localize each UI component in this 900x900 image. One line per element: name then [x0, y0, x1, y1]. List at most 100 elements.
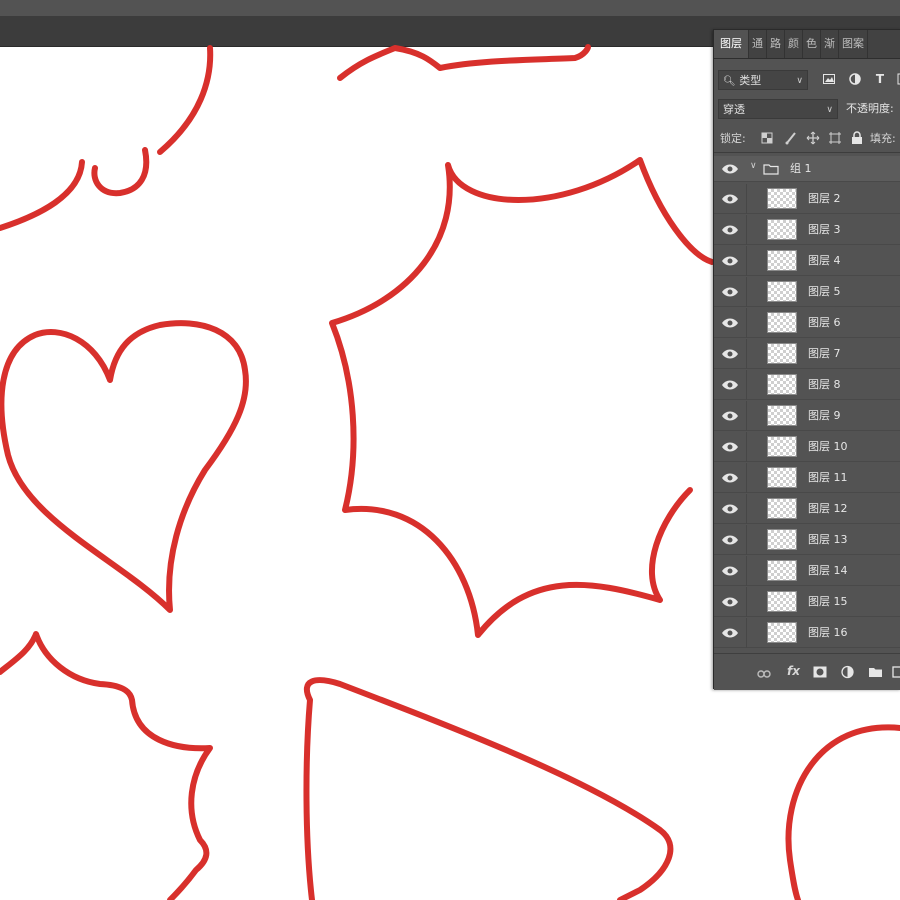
layer-thumbnail	[767, 405, 797, 426]
eye-icon[interactable]	[721, 441, 739, 453]
layer-thumbnail	[767, 498, 797, 519]
divider	[746, 184, 747, 214]
cloud-outline-top-left	[0, 45, 214, 231]
layer-row[interactable]: 图层 7	[714, 339, 900, 369]
divider	[746, 215, 747, 245]
layer-name: 图层 14	[808, 564, 848, 577]
layer-name: 图层 15	[808, 595, 848, 608]
layer-row[interactable]: 图层 15	[714, 587, 900, 617]
eye-icon[interactable]	[721, 503, 739, 515]
tab-paths[interactable]: 路	[767, 30, 785, 58]
divider	[746, 587, 747, 617]
shape-filter-icon[interactable]	[893, 69, 900, 89]
tab-color[interactable]: 颜	[785, 30, 803, 58]
eye-icon[interactable]	[721, 596, 739, 608]
layer-group-row[interactable]: ∨ 组 1	[714, 156, 900, 182]
layer-mask-icon[interactable]	[813, 664, 827, 680]
panel-tabs: 图层 通 路 颜 色 渐 图案	[714, 30, 900, 59]
layer-row[interactable]: 图层 9	[714, 401, 900, 431]
eye-icon[interactable]	[721, 317, 739, 329]
eye-icon[interactable]	[721, 224, 739, 236]
layer-name: 图层 6	[808, 316, 841, 329]
lock-all-icon[interactable]	[851, 131, 863, 145]
divider	[746, 463, 747, 493]
divider	[746, 308, 747, 338]
layer-thumbnail	[767, 343, 797, 364]
blend-mode-value: 穿透	[723, 103, 745, 116]
eye-icon[interactable]	[721, 565, 739, 577]
layer-thumbnail	[767, 219, 797, 240]
tab-channels[interactable]: 通	[749, 30, 767, 58]
tab-layers[interactable]: 图层	[714, 30, 749, 58]
chevron-down-icon: ∨	[826, 105, 833, 115]
eye-icon[interactable]	[721, 286, 739, 298]
layer-name: 图层 7	[808, 347, 841, 360]
folder-icon	[763, 164, 779, 175]
layer-row[interactable]: 图层 16	[714, 618, 900, 648]
tab-patterns[interactable]: 图案	[839, 30, 868, 58]
eye-icon[interactable]	[721, 163, 739, 175]
adjustment-filter-icon[interactable]	[846, 69, 864, 89]
layer-name: 图层 8	[808, 378, 841, 391]
layer-row[interactable]: 图层 11	[714, 463, 900, 493]
divider	[746, 246, 747, 276]
layer-thumbnail	[767, 374, 797, 395]
layer-name: 图层 13	[808, 533, 848, 546]
tab-swatches[interactable]: 色	[803, 30, 821, 58]
layer-thumbnail	[767, 312, 797, 333]
new-group-icon[interactable]	[868, 664, 883, 680]
filter-row: 🔍︎ 类型 ∨ T	[714, 69, 900, 91]
layer-row[interactable]: 图层 14	[714, 556, 900, 586]
eye-icon[interactable]	[721, 534, 739, 546]
fill-label: 填充:	[870, 132, 896, 145]
layer-row[interactable]: 图层 2	[714, 184, 900, 214]
layer-name: 图层 5	[808, 285, 841, 298]
layer-row[interactable]: 图层 6	[714, 308, 900, 338]
new-adjustment-layer-icon[interactable]	[841, 664, 854, 680]
layer-name: 图层 4	[808, 254, 841, 267]
eye-icon[interactable]	[721, 348, 739, 360]
layer-name: 图层 12	[808, 502, 848, 515]
lock-artboard-icon[interactable]	[828, 131, 842, 145]
eye-icon[interactable]	[721, 410, 739, 422]
divider	[746, 556, 747, 586]
layer-row[interactable]: 图层 12	[714, 494, 900, 524]
chevron-down-icon[interactable]: ∨	[750, 161, 757, 171]
layer-thumbnail	[767, 529, 797, 550]
layer-thumbnail	[767, 188, 797, 209]
layer-thumbnail	[767, 467, 797, 488]
layer-row[interactable]: 图层 4	[714, 246, 900, 276]
layer-row[interactable]: 图层 13	[714, 525, 900, 555]
layer-thumbnail	[767, 281, 797, 302]
layer-name: 图层 11	[808, 471, 848, 484]
layers-list[interactable]: ∨ 组 1 图层 2 图层 3 图层 4 图层 5 图层 6 图层 7 图层 8 图层 9 图层…	[714, 156, 900, 651]
link-icon[interactable]	[757, 666, 771, 682]
tab-gradients[interactable]: 渐	[821, 30, 839, 58]
layer-row[interactable]: 图层 3	[714, 215, 900, 245]
divider	[746, 618, 747, 648]
image-filter-icon[interactable]	[820, 69, 838, 89]
lock-image-pixels-icon[interactable]	[784, 131, 798, 145]
new-layer-icon[interactable]	[892, 664, 900, 680]
layer-row[interactable]: 图层 10	[714, 432, 900, 462]
eye-icon[interactable]	[721, 627, 739, 639]
lock-transparent-pixels-icon[interactable]	[761, 132, 773, 144]
blend-mode-select[interactable]: 穿透 ∨	[718, 99, 838, 119]
divider	[746, 525, 747, 555]
fx-icon[interactable]: fx	[787, 663, 800, 679]
layers-panel: 图层 通 路 颜 色 渐 图案 🔍︎ 类型 ∨ T 穿透 ∨ 不透明度: 锁定:…	[713, 29, 900, 690]
eye-icon[interactable]	[721, 193, 739, 205]
eye-icon[interactable]	[721, 255, 739, 267]
lock-position-icon[interactable]	[806, 131, 820, 145]
layer-row[interactable]: 图层 5	[714, 277, 900, 307]
eye-icon[interactable]	[721, 472, 739, 484]
heart-outline	[0, 320, 249, 613]
layer-row[interactable]: 图层 8	[714, 370, 900, 400]
type-filter-icon[interactable]: T	[871, 69, 889, 89]
layer-thumbnail	[767, 436, 797, 457]
filter-kind-select[interactable]: 🔍︎ 类型 ∨	[718, 70, 808, 90]
layer-thumbnail	[767, 622, 797, 643]
divider	[746, 401, 747, 431]
layer-thumbnail	[767, 560, 797, 581]
eye-icon[interactable]	[721, 379, 739, 391]
